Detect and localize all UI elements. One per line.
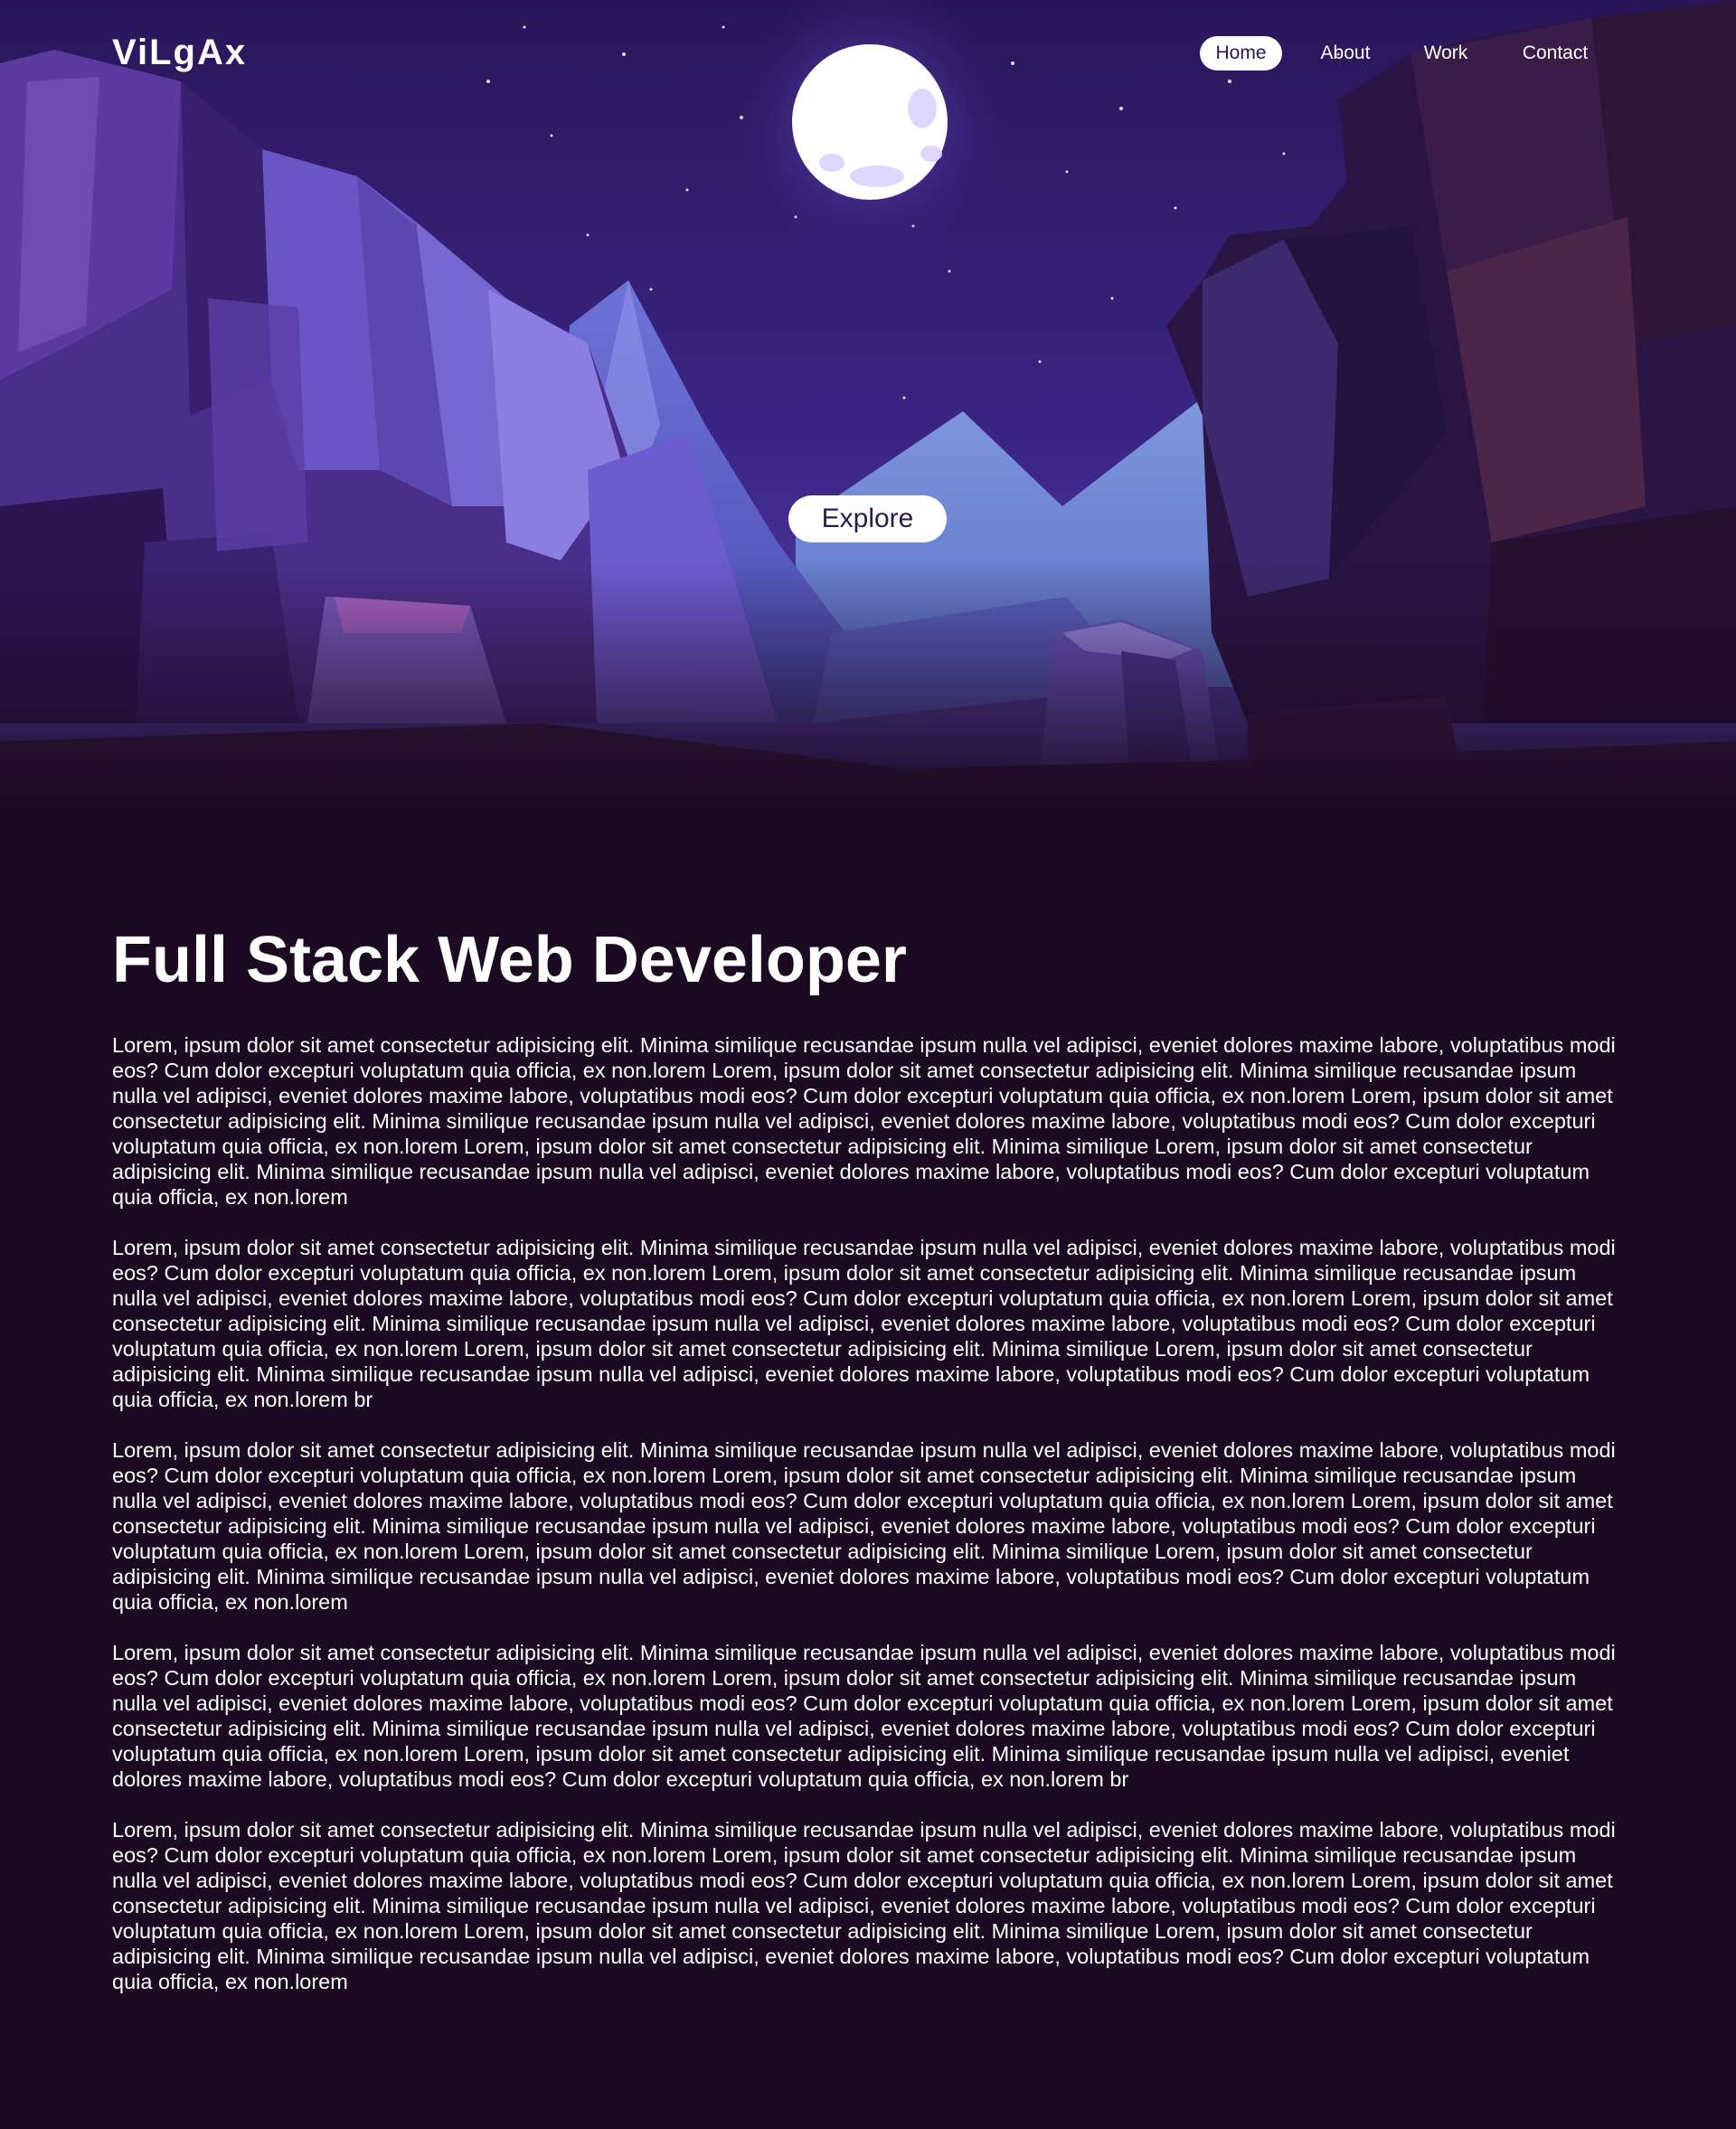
body-paragraph: Lorem, ipsum dolor sit amet consectetur … [112, 1033, 1616, 1209]
hero-illustration [0, 0, 1736, 814]
about-section: Full Stack Web Developer Lorem, ipsum do… [112, 922, 1624, 1994]
explore-button[interactable]: Explore [788, 495, 947, 542]
nav-item-home[interactable]: Home [1200, 36, 1282, 71]
page-title: Full Stack Web Developer [112, 924, 907, 996]
body-paragraph: Lorem, ipsum dolor sit amet consectetur … [112, 1641, 1616, 1791]
nav-item-work[interactable]: Work [1407, 36, 1485, 71]
body-paragraph: Lorem, ipsum dolor sit amet consectetur … [112, 1438, 1616, 1614]
body-paragraph: Lorem, ipsum dolor sit amet consectetur … [112, 1818, 1616, 1993]
nav-item-about[interactable]: About [1307, 36, 1384, 71]
body-paragraph: Lorem, ipsum dolor sit amet consectetur … [112, 1236, 1616, 1411]
nav-item-contact[interactable]: Contact [1508, 36, 1602, 71]
hero-section: ViLgAx Home About Work Contact Explore [0, 0, 1736, 814]
main-nav: Home About Work Contact [0, 36, 1736, 71]
